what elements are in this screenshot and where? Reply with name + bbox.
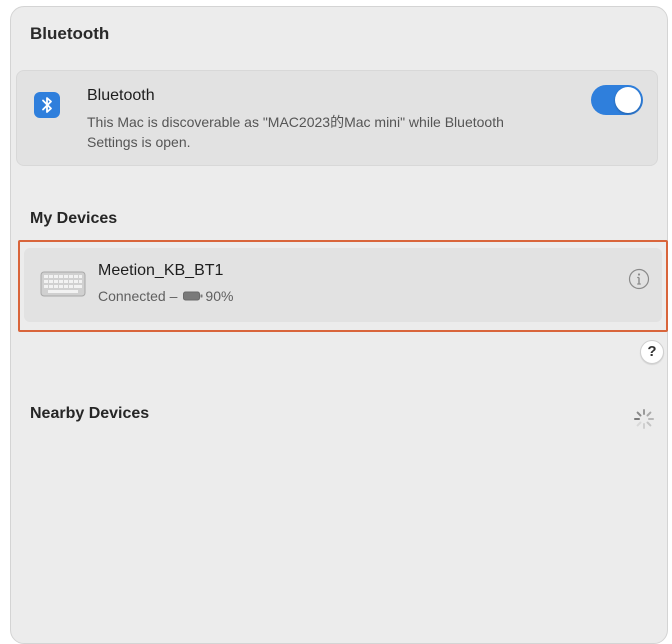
help-button[interactable]: ? [640, 340, 664, 364]
device-status: Connected – 90% [98, 288, 233, 304]
device-row-background: Meetion_KB_BT1 Connected – 90% [24, 248, 662, 322]
battery-percentage: 90% [205, 288, 234, 304]
nearby-devices-heading: Nearby Devices [30, 405, 150, 422]
keyboard-icon [40, 271, 86, 297]
toggle-knob [615, 87, 641, 113]
bluetooth-card: Bluetooth This Mac is discoverable as "M… [16, 70, 658, 166]
spinner-icon [634, 409, 654, 429]
device-row-meetion-kb[interactable]: Meetion_KB_BT1 Connected – 90% [18, 240, 668, 332]
device-name: Meetion_KB_BT1 [98, 262, 224, 279]
info-icon[interactable] [628, 268, 650, 290]
my-devices-heading: My Devices [30, 210, 118, 227]
page-title: Bluetooth [30, 24, 110, 43]
bluetooth-icon [34, 92, 60, 118]
device-status-text: Connected – [98, 288, 178, 304]
battery-icon [183, 291, 203, 301]
bluetooth-label: Bluetooth [87, 87, 155, 104]
bluetooth-description: This Mac is discoverable as "MAC2023的Mac… [87, 114, 504, 150]
bluetooth-toggle[interactable] [591, 85, 643, 115]
